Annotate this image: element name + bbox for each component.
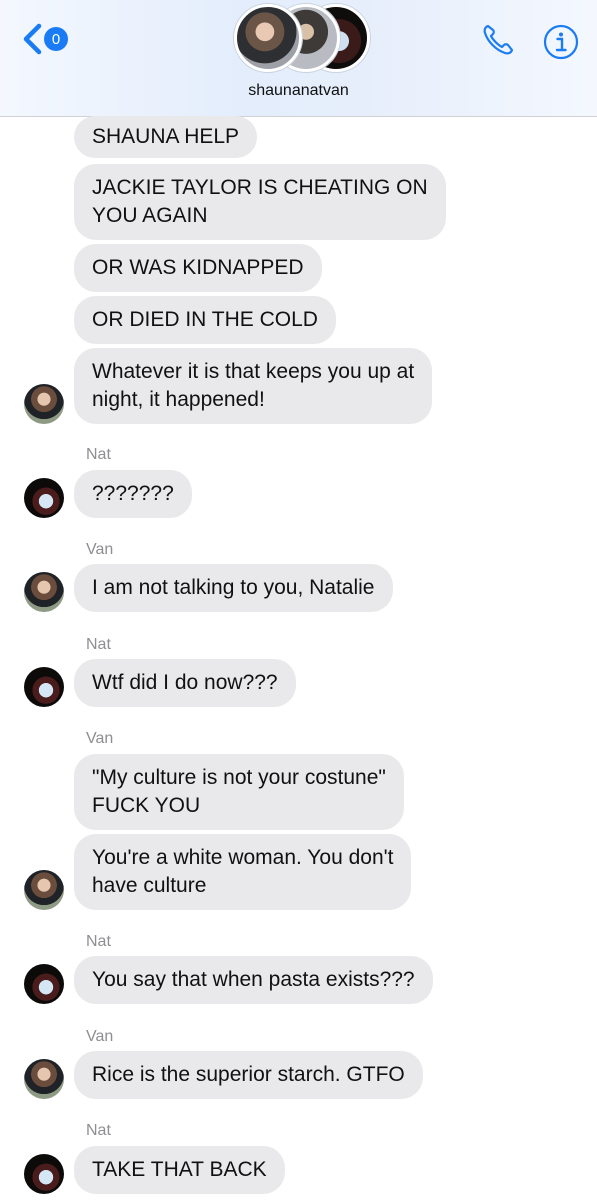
message-text: I am not talking to you, Natalie	[92, 576, 375, 599]
chat-header: 0 shaunanatvan	[0, 0, 597, 117]
message-text: TAKE THAT BACK	[92, 1158, 267, 1181]
message-bubble[interactable]: OR DIED IN THE COLD	[74, 296, 336, 344]
sender-avatar[interactable]	[24, 964, 64, 1004]
info-icon	[543, 24, 579, 60]
message-text: have culture	[92, 874, 207, 897]
sender-name: Van	[86, 1028, 114, 1045]
message-bubble[interactable]: TAKE THAT BACK	[74, 1146, 285, 1194]
sender-name: Nat	[86, 933, 111, 950]
back-button[interactable]: 0	[22, 22, 68, 56]
sender-avatar[interactable]	[24, 478, 64, 518]
message-bubble[interactable]: SHAUNA HELP	[74, 116, 258, 158]
phone-call-button[interactable]	[480, 22, 516, 63]
message-text: OR WAS KIDNAPPED	[92, 256, 304, 279]
message-text: night, it happened!	[92, 388, 265, 411]
message-text: FUCK YOU	[92, 794, 201, 817]
message-bubble[interactable]: You say that when pasta exists???	[74, 956, 433, 1004]
sender-avatar[interactable]	[24, 667, 64, 707]
message-text: OR DIED IN THE COLD	[92, 308, 318, 331]
chevron-left-icon	[23, 23, 42, 55]
message-text: Wtf did I do now???	[92, 671, 278, 694]
sender-avatar[interactable]	[24, 384, 64, 424]
sender-avatar[interactable]	[24, 1059, 64, 1099]
message-text: You're a white woman. You don't	[92, 846, 394, 869]
message-bubble[interactable]: OR WAS KIDNAPPED	[74, 244, 322, 292]
sender-name: Van	[86, 541, 114, 558]
message-text: JACKIE TAYLOR IS CHEATING ON	[92, 176, 428, 199]
info-button[interactable]	[543, 24, 579, 65]
message-text: ???????	[92, 482, 174, 505]
message-bubble[interactable]: Whatever it is that keeps you up at nigh…	[74, 348, 433, 424]
sender-name: Nat	[86, 446, 111, 463]
message-text: Whatever it is that keeps you up at	[92, 360, 415, 383]
group-avatars[interactable]	[234, 2, 374, 72]
message-text: YOU AGAIN	[92, 204, 208, 227]
message-bubble[interactable]: "My culture is not your costune" FUCK YO…	[74, 754, 404, 830]
avatar	[234, 4, 302, 72]
message-text: "My culture is not your costune"	[92, 766, 386, 789]
unread-badge: 0	[44, 27, 68, 51]
message-bubble[interactable]: I am not talking to you, Natalie	[74, 564, 393, 612]
sender-avatar[interactable]	[24, 572, 64, 612]
message-bubble[interactable]: You're a white woman. You don't have cul…	[74, 834, 412, 910]
message-thread[interactable]: SHAUNA HELP JACKIE TAYLOR IS CHEATING ON…	[0, 116, 597, 1200]
message-text: Rice is the superior starch. GTFO	[92, 1063, 405, 1086]
sender-name: Nat	[86, 1122, 111, 1139]
message-text: SHAUNA HELP	[92, 125, 240, 148]
message-bubble[interactable]: ???????	[74, 470, 192, 518]
message-bubble[interactable]: Rice is the superior starch. GTFO	[74, 1051, 423, 1099]
sender-name: Nat	[86, 636, 111, 653]
sender-name: Van	[86, 730, 114, 747]
message-text: You say that when pasta exists???	[92, 968, 415, 991]
phone-icon	[483, 24, 514, 55]
message-bubble[interactable]: JACKIE TAYLOR IS CHEATING ON YOU AGAIN	[74, 164, 446, 240]
message-bubble[interactable]: Wtf did I do now???	[74, 659, 296, 707]
sender-avatar[interactable]	[24, 870, 64, 910]
sender-avatar[interactable]	[24, 1154, 64, 1194]
conversation-title[interactable]: shaunanatvan	[0, 82, 597, 100]
